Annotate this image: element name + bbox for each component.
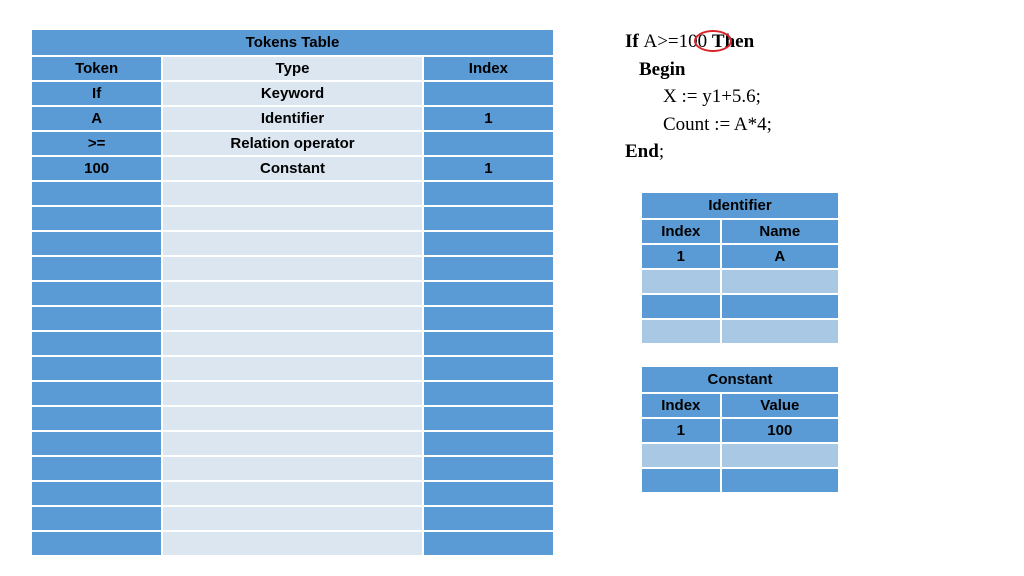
table-row bbox=[32, 457, 553, 480]
table-row bbox=[642, 295, 838, 318]
type-cell: Identifier bbox=[163, 107, 422, 130]
table-row bbox=[32, 482, 553, 505]
type-cell: Constant bbox=[163, 157, 422, 180]
table-row: 100Constant1 bbox=[32, 157, 553, 180]
identifier-title: Identifier bbox=[642, 193, 838, 218]
table-row bbox=[32, 332, 553, 355]
table-row bbox=[32, 207, 553, 230]
table-row bbox=[642, 270, 838, 293]
index-cell bbox=[424, 82, 553, 105]
constant-col-index: Index bbox=[642, 394, 720, 417]
table-row bbox=[32, 257, 553, 280]
table-row: IfKeyword bbox=[32, 82, 553, 105]
highlight-circle bbox=[694, 30, 732, 52]
table-row: AIdentifier1 bbox=[32, 107, 553, 130]
table-row bbox=[642, 444, 838, 467]
constant-table: Constant Index Value 1100 bbox=[640, 365, 840, 494]
identifier-col-index: Index bbox=[642, 220, 720, 243]
tokens-table-title: Tokens Table bbox=[32, 30, 553, 55]
constant-title: Constant bbox=[642, 367, 838, 392]
table-row bbox=[32, 432, 553, 455]
tokens-col-index: Index bbox=[424, 57, 553, 80]
table-row bbox=[32, 507, 553, 530]
table-row bbox=[32, 307, 553, 330]
tokens-col-type: Type bbox=[163, 57, 422, 80]
index-cell: 1 bbox=[424, 157, 553, 180]
token-cell: 100 bbox=[32, 157, 161, 180]
table-row bbox=[32, 182, 553, 205]
table-row bbox=[32, 407, 553, 430]
constant-col-value: Value bbox=[722, 394, 838, 417]
table-row bbox=[32, 382, 553, 405]
table-row bbox=[32, 357, 553, 380]
type-cell: Relation operator bbox=[163, 132, 422, 155]
table-row bbox=[32, 282, 553, 305]
index-cell: 1 bbox=[424, 107, 553, 130]
table-row bbox=[32, 232, 553, 255]
table-row: 1A bbox=[642, 245, 838, 268]
token-cell: If bbox=[32, 82, 161, 105]
code-snippet: If A>=100 Then Begin X := y1+5.6; Count … bbox=[625, 28, 895, 166]
table-row bbox=[32, 532, 553, 555]
index-cell bbox=[424, 132, 553, 155]
token-cell: A bbox=[32, 107, 161, 130]
tokens-table: Tokens Table Token Type Index IfKeywordA… bbox=[30, 28, 555, 557]
table-row bbox=[642, 469, 838, 492]
tokens-col-token: Token bbox=[32, 57, 161, 80]
identifier-table: Identifier Index Name 1A bbox=[640, 191, 840, 345]
type-cell: Keyword bbox=[163, 82, 422, 105]
table-row: >=Relation operator bbox=[32, 132, 553, 155]
identifier-col-name: Name bbox=[722, 220, 838, 243]
table-row: 1100 bbox=[642, 419, 838, 442]
table-row bbox=[642, 320, 838, 343]
token-cell: >= bbox=[32, 132, 161, 155]
